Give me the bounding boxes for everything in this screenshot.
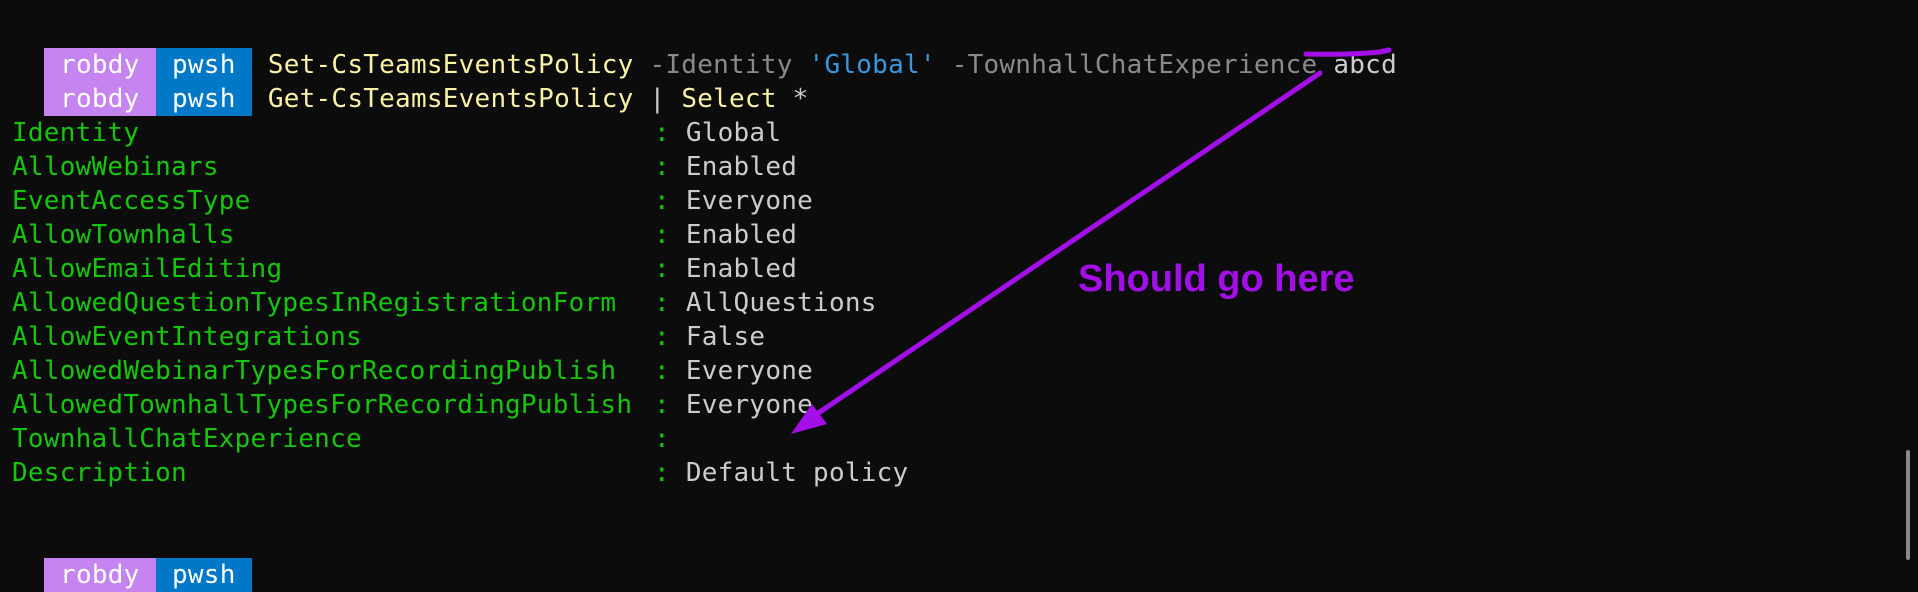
output-row: AllowTownhalls: Enabled <box>12 218 797 252</box>
prompt-user-segment: robdy <box>43 82 156 116</box>
output-value: Enabled <box>685 220 798 250</box>
scrollbar-thumb[interactable] <box>1906 450 1910 560</box>
output-separator: : <box>654 152 670 182</box>
param-townhall-chat-experience: -TownhallChatExperience <box>951 50 1318 80</box>
output-row: AllowedWebinarTypesForRecordingPublish: … <box>12 354 813 388</box>
annotation-text: Should go here <box>1078 258 1355 300</box>
value-identity: 'Global' <box>808 50 936 80</box>
output-row: Identity: Global <box>12 116 781 150</box>
cmdlet-select: Select <box>681 84 777 114</box>
output-separator: : <box>654 356 670 386</box>
output-separator: : <box>654 118 670 148</box>
output-value: Default policy <box>685 458 909 488</box>
annotation-arrow-shaft <box>805 70 1323 423</box>
output-separator: : <box>654 220 670 250</box>
output-key: TownhallChatExperience <box>12 424 362 454</box>
output-separator: : <box>654 322 670 352</box>
output-key: AllowedQuestionTypesInRegistrationForm <box>12 288 617 318</box>
output-key: AllowEventIntegrations <box>12 322 362 352</box>
select-star: * <box>792 84 809 114</box>
output-value: Everyone <box>685 356 814 386</box>
output-row: EventAccessType: Everyone <box>12 184 813 218</box>
output-separator: : <box>654 186 670 216</box>
output-row: AllowedQuestionTypesInRegistrationForm: … <box>12 286 877 320</box>
output-row: TownhallChatExperience: <box>12 422 686 456</box>
output-row: AllowedTownhallTypesForRecordingPublish:… <box>12 388 813 422</box>
prompt-shell-segment: pwsh <box>155 82 252 116</box>
output-key: Description <box>12 458 187 488</box>
output-separator: : <box>654 424 670 454</box>
command-line-get: robdy pwsh Get-CsTeamsEventsPolicy | Selec… <box>12 48 809 116</box>
output-key: EventAccessType <box>12 186 251 216</box>
output-key: AllowTownhalls <box>12 220 235 250</box>
output-key: AllowedTownhallTypesForRecordingPublish <box>12 390 633 420</box>
output-value: False <box>685 322 766 352</box>
output-row: AllowWebinars: Enabled <box>12 150 797 184</box>
output-key: Identity <box>12 118 140 148</box>
output-row: Description: Default policy <box>12 456 908 490</box>
pipe-operator: | <box>649 84 666 114</box>
output-value: Everyone <box>685 186 814 216</box>
output-separator: : <box>654 254 670 284</box>
output-key: AllowedWebinarTypesForRecordingPublish <box>12 356 617 386</box>
command-line-set: robdy pwsh Set-CsTeamsEventsPolicy -Identi… <box>12 14 1397 82</box>
output-row: AllowEventIntegrations: False <box>12 320 765 354</box>
current-prompt[interactable]: robdy pwsh <box>12 524 252 592</box>
output-row: AllowEmailEditing: Enabled <box>12 252 797 286</box>
value-townhall-chat-experience: abcd <box>1333 50 1397 80</box>
cmdlet-get: Get-CsTeamsEventsPolicy <box>267 84 634 114</box>
output-value: Global <box>685 118 782 148</box>
output-value: Enabled <box>685 152 798 182</box>
prompt-shell-segment: pwsh <box>155 558 252 592</box>
output-key: AllowWebinars <box>12 152 219 182</box>
output-value: Everyone <box>685 390 814 420</box>
output-separator: : <box>654 458 670 488</box>
output-separator: : <box>654 288 670 318</box>
prompt-user-segment: robdy <box>43 558 156 592</box>
output-separator: : <box>654 390 670 420</box>
output-value: Enabled <box>685 254 798 284</box>
output-value: AllQuestions <box>685 288 877 318</box>
output-key: AllowEmailEditing <box>12 254 283 284</box>
